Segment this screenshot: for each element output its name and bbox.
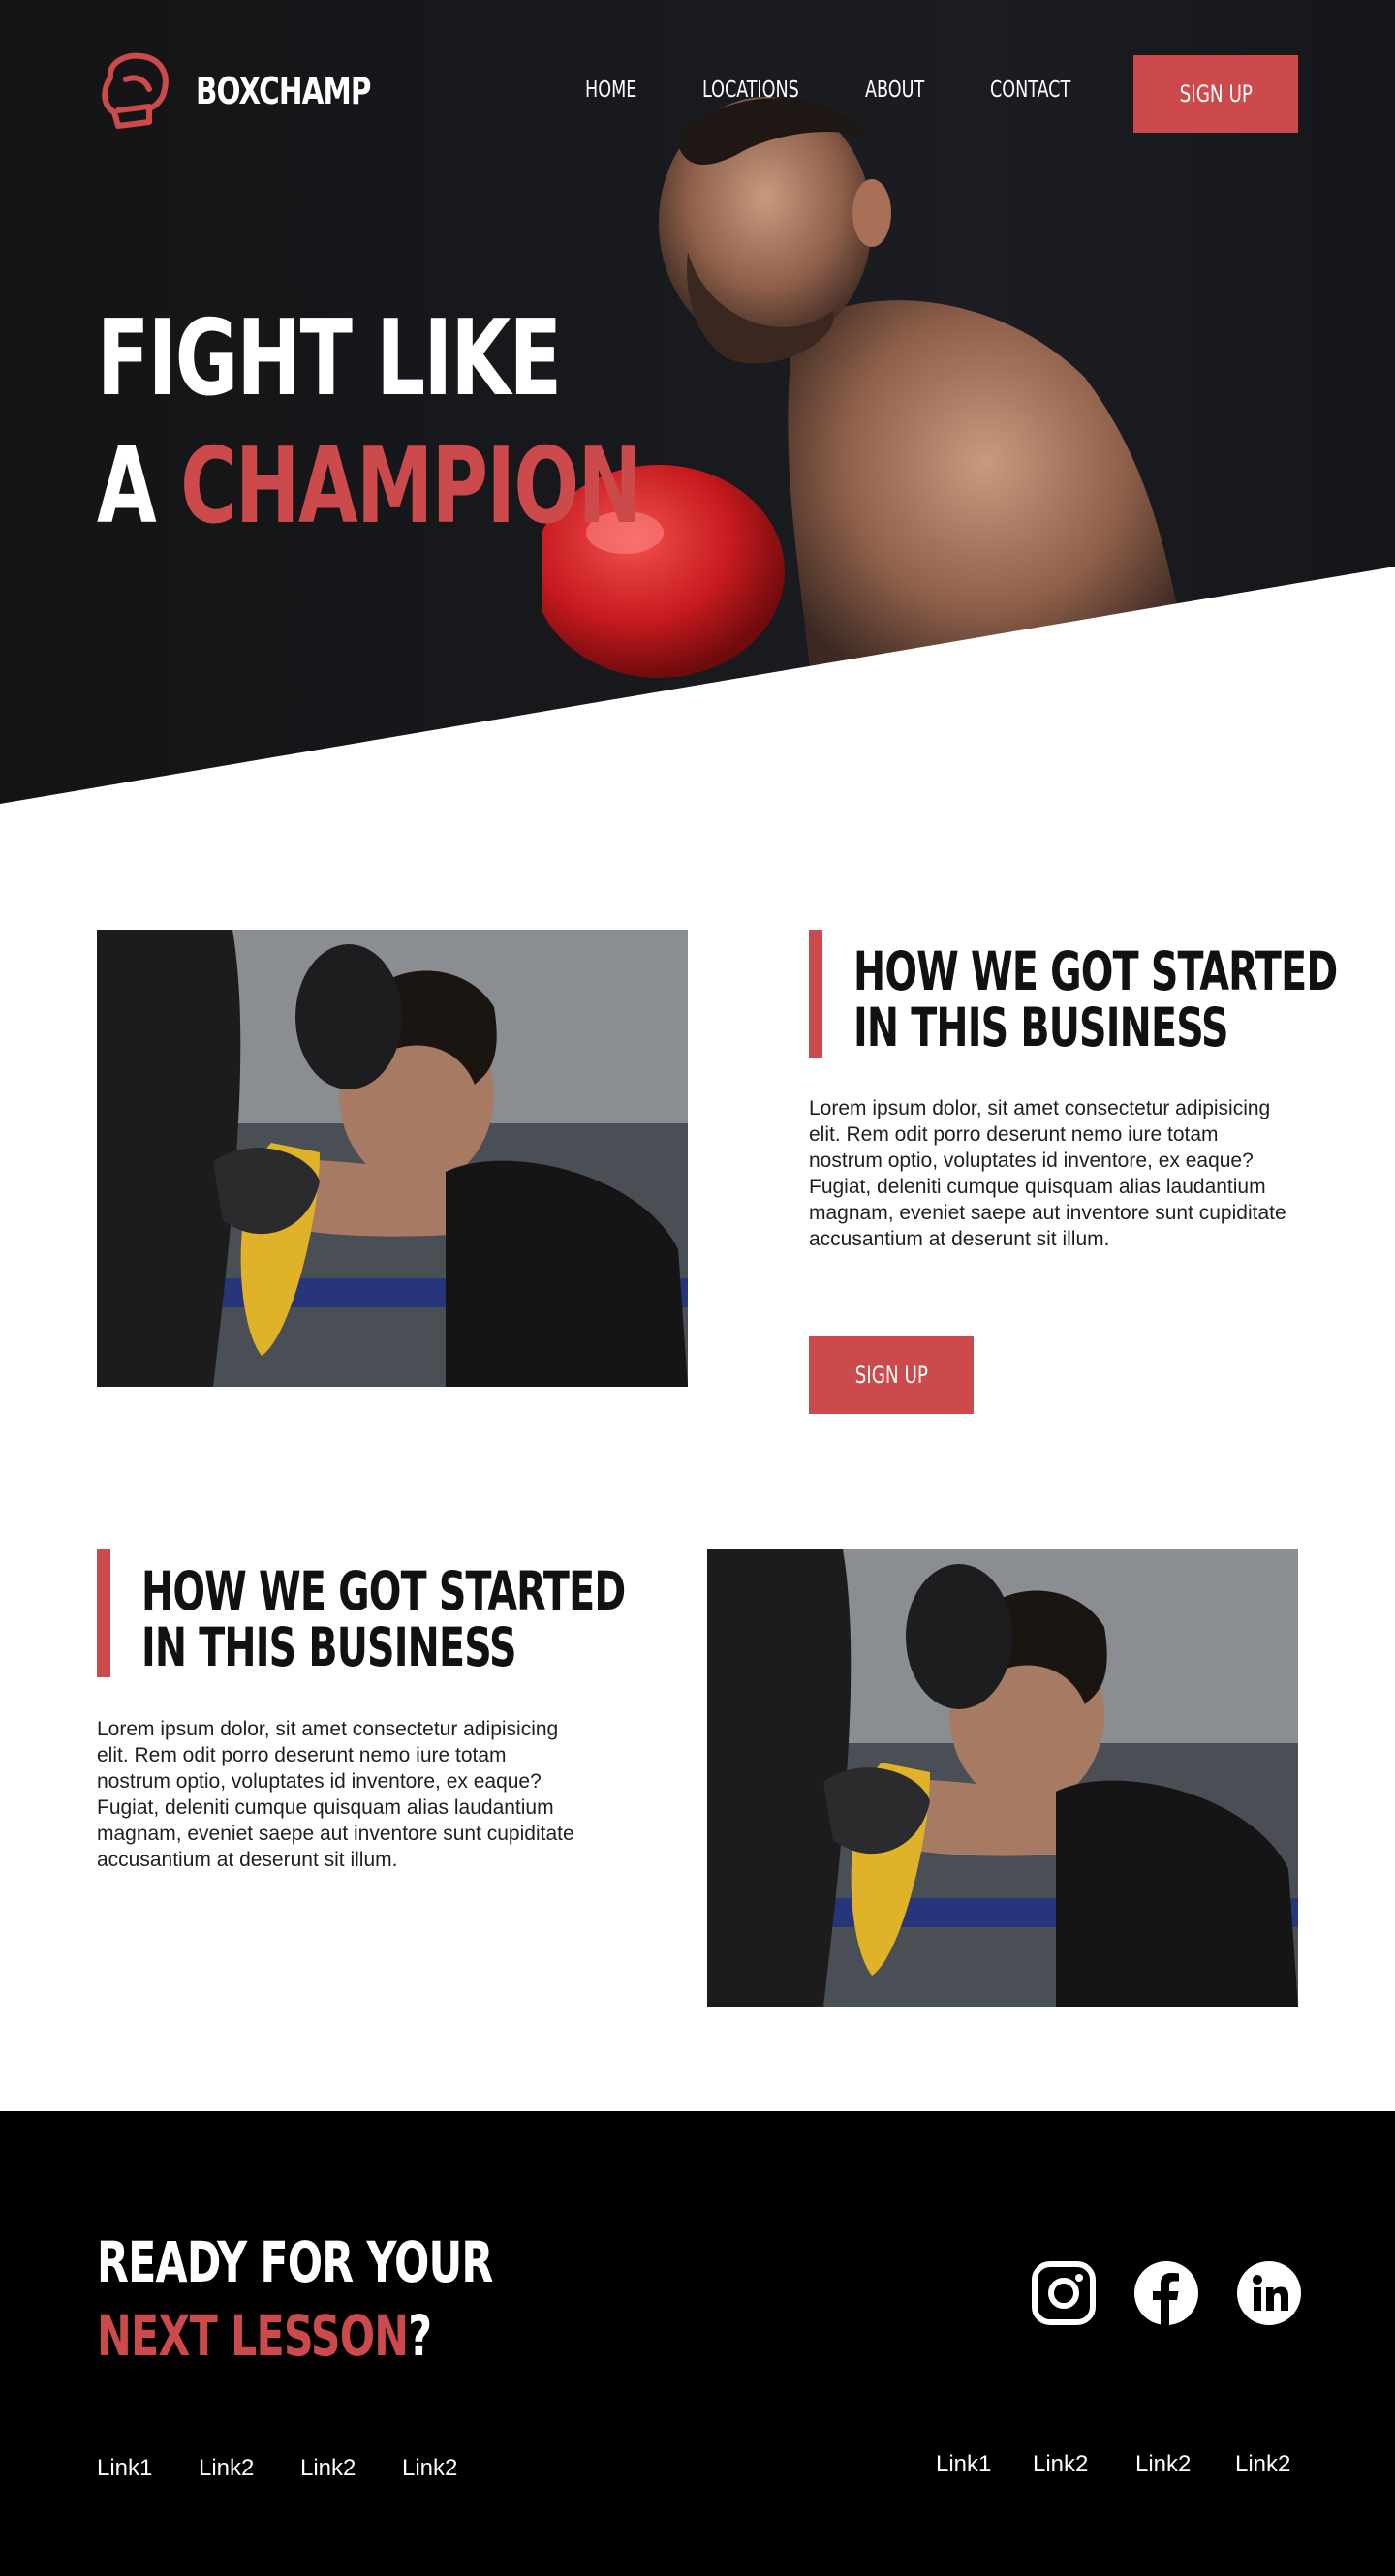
section-title-1-line1: HOW WE GOT STARTED <box>853 940 1338 1002</box>
boxing-glove-icon <box>102 52 169 129</box>
section-title-1: HOW WE GOT STARTED IN THIS BUSINESS <box>853 940 1338 1058</box>
training-photo-1 <box>97 930 688 1387</box>
section-body-1: Lorem ipsum dolor, sit amet consectetur … <box>809 1097 1286 1250</box>
footer-link[interactable]: Link2 <box>1135 2451 1191 2478</box>
nav-locations[interactable]: LOCATIONS <box>702 77 799 103</box>
section-signup-label: SIGN UP <box>854 1362 928 1389</box>
instagram-icon[interactable] <box>1032 2261 1096 2325</box>
section-body-2: Lorem ipsum dolor, sit amet consectetur … <box>97 1718 574 1871</box>
nav-contact[interactable]: CONTACT <box>990 77 1070 103</box>
section-title-1-line2: IN THIS BUSINESS <box>853 997 1229 1058</box>
section-heading-2: HOW WE GOT STARTED IN THIS BUSINESS <box>97 1549 626 1685</box>
social-links <box>1032 2261 1301 2325</box>
hero-section: BOXCHAMP HOME LOCATIONS ABOUT CONTACT SI… <box>0 0 1395 804</box>
footer-link[interactable]: Link2 <box>300 2455 356 2482</box>
footer-link[interactable]: Link1 <box>97 2455 152 2482</box>
section-heading-1: HOW WE GOT STARTED IN THIS BUSINESS <box>809 930 1338 1065</box>
footer-cta-suffix: ? <box>408 2303 432 2369</box>
hero-title-prefix: A <box>97 426 181 547</box>
heading-accent-bar <box>809 930 822 1058</box>
footer-link[interactable]: Link2 <box>1235 2451 1290 2478</box>
header-signup-button[interactable]: SIGN UP <box>1133 55 1298 133</box>
facebook-icon[interactable] <box>1134 2261 1198 2325</box>
heading-accent-bar <box>97 1549 110 1677</box>
linkedin-icon[interactable] <box>1237 2261 1301 2325</box>
footer-link[interactable]: Link2 <box>1033 2451 1088 2478</box>
nav-about[interactable]: ABOUT <box>865 77 924 103</box>
brand-name: BOXCHAMP <box>196 70 371 112</box>
nav-home[interactable]: HOME <box>585 77 636 103</box>
footer: READY FOR YOUR NEXT LESSON? Link1 Link2 … <box>0 2111 1395 2576</box>
footer-cta-line1: READY FOR YOUR <box>97 2229 493 2295</box>
hero-title-line1: FIGHT LIKE <box>97 298 562 419</box>
section-title-2-line2: IN THIS BUSINESS <box>141 1616 517 1678</box>
hero-title-accent: CHAMPION <box>180 426 642 547</box>
brand-logo[interactable]: BOXCHAMP <box>97 50 399 132</box>
footer-cta-accent: NEXT LESSON <box>97 2303 409 2369</box>
footer-link[interactable]: Link2 <box>199 2455 254 2482</box>
training-photo-2 <box>707 1549 1298 2007</box>
section-title-2-line1: HOW WE GOT STARTED <box>141 1560 626 1622</box>
footer-cta: READY FOR YOUR NEXT LESSON? <box>97 2225 493 2373</box>
hero-title: FIGHT LIKE A CHAMPION <box>97 295 642 551</box>
header-signup-label: SIGN UP <box>1179 80 1253 107</box>
section-signup-button[interactable]: SIGN UP <box>809 1336 974 1414</box>
section-title-2: HOW WE GOT STARTED IN THIS BUSINESS <box>141 1560 626 1678</box>
footer-link[interactable]: Link2 <box>402 2455 457 2482</box>
footer-link[interactable]: Link1 <box>936 2451 991 2478</box>
